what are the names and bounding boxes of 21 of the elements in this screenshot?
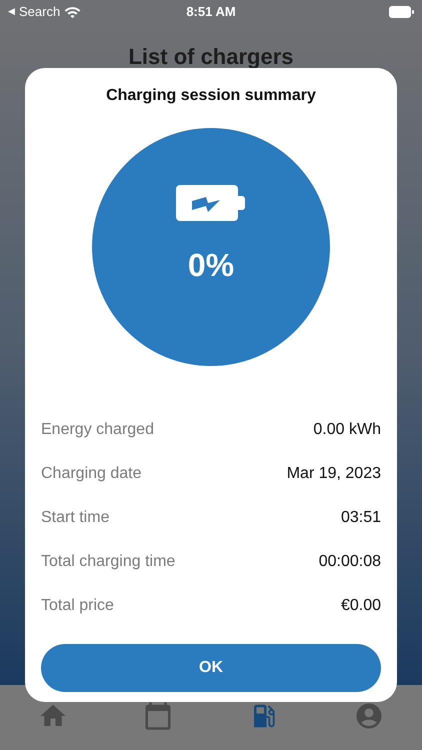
user-icon[interactable]	[354, 701, 384, 731]
charge-percent: 0%	[188, 246, 234, 285]
summary-label: Start time	[41, 508, 110, 528]
summary-label: Total charging time	[41, 552, 176, 572]
summary-label: Total price	[41, 596, 114, 616]
summary-value: 03:51	[340, 508, 381, 528]
summary-value: 0.00 kWh	[313, 420, 381, 440]
calendar-icon[interactable]	[143, 701, 174, 731]
battery-icon	[389, 6, 414, 18]
summary-value: €0.00	[340, 596, 381, 616]
summary-label: Charging date	[41, 464, 142, 484]
summary-value: 00:00:08	[318, 552, 381, 572]
summary-value: Mar 19, 2023	[286, 464, 381, 484]
dialog-title: Charging session summary	[106, 86, 316, 106]
battery-charging-icon	[176, 185, 246, 221]
summary-label: Energy charged	[41, 420, 154, 440]
status-time: 8:51 AM	[185, 3, 237, 22]
back-label[interactable]: Search	[19, 2, 60, 22]
back-arrow[interactable]: ◀	[8, 5, 15, 19]
ok-button[interactable]: OK	[41, 644, 381, 692]
page-title: List of chargers	[128, 46, 294, 68]
